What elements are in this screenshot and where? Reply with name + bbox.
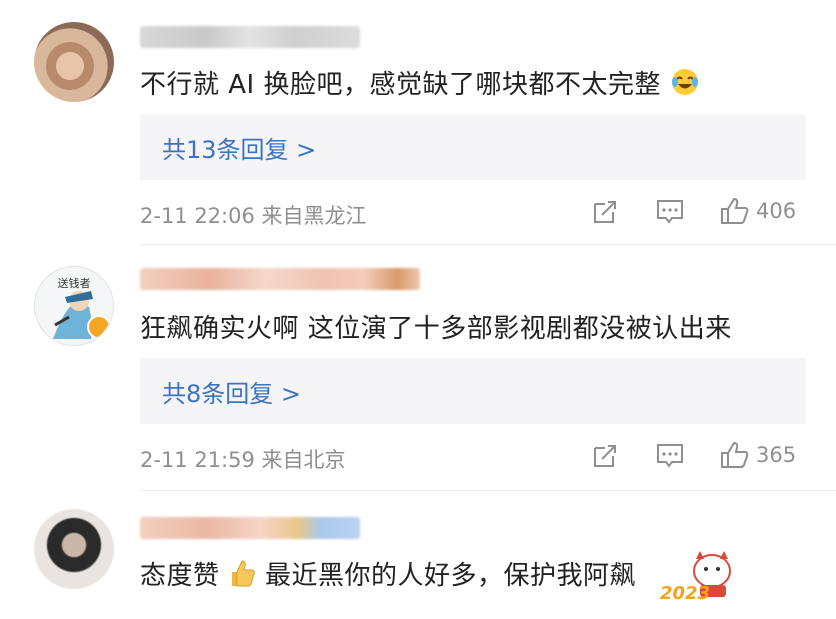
replies-box[interactable]: 共13条回复 > bbox=[140, 114, 806, 180]
comment-button[interactable] bbox=[656, 443, 684, 469]
username-blurred[interactable] bbox=[140, 268, 420, 290]
replies-box[interactable]: 共8条回复 > bbox=[140, 358, 806, 424]
comment-meta: 2-11 21:59 来自北京 bbox=[140, 444, 346, 474]
verified-badge bbox=[87, 315, 111, 339]
thumbs-up-icon bbox=[721, 197, 749, 224]
sticker-text: 2023 bbox=[660, 583, 711, 604]
comment-button[interactable] bbox=[656, 199, 684, 225]
share-button[interactable] bbox=[592, 443, 618, 469]
share-icon bbox=[594, 445, 616, 467]
comment-text-part2: 最近黑你的人好多，保护我阿飙 bbox=[265, 561, 637, 591]
timestamp: 2-11 22:06 bbox=[140, 204, 255, 228]
divider bbox=[140, 244, 836, 245]
comment-text-part1: 态度赞 bbox=[140, 561, 220, 591]
comment-text: 不行就 AI 换脸吧，感觉缺了哪块都不太完整 bbox=[140, 64, 700, 104]
username-blurred[interactable] bbox=[140, 26, 360, 48]
replies-link[interactable]: 共13条回复 > bbox=[162, 130, 316, 165]
like-count: 406 bbox=[756, 199, 797, 223]
avatar[interactable] bbox=[34, 22, 114, 102]
location: 来自北京 bbox=[261, 448, 346, 472]
comment-item: 送钱者 狂飙确实火啊 这位演了十多部影视剧都没被认出来 共8条回复 > 2-11… bbox=[0, 250, 836, 495]
like-button[interactable]: 406 bbox=[720, 197, 796, 225]
comment-icon bbox=[657, 200, 683, 224]
sticker-2023: 2023 bbox=[656, 549, 746, 609]
share-button[interactable] bbox=[592, 199, 618, 225]
replies-link[interactable]: 共8条回复 > bbox=[162, 374, 301, 409]
comment-text-body: 不行就 AI 换脸吧，感觉缺了哪块都不太完整 bbox=[140, 70, 661, 100]
comment-text: 狂飙确实火啊 这位演了十多部影视剧都没被认出来 bbox=[140, 314, 732, 344]
username-blurred[interactable] bbox=[140, 517, 360, 539]
like-button[interactable]: 365 bbox=[720, 441, 796, 469]
timestamp: 2-11 21:59 bbox=[140, 448, 255, 472]
share-icon bbox=[594, 201, 616, 223]
comment-item: 不行就 AI 换脸吧，感觉缺了哪块都不太完整 共13条回复 > 2-11 22:… bbox=[0, 0, 836, 250]
laughing-crying-emoji bbox=[670, 67, 700, 104]
avatar[interactable] bbox=[34, 509, 114, 589]
comment-meta: 2-11 22:06 来自黑龙江 bbox=[140, 200, 367, 230]
location: 来自黑龙江 bbox=[261, 204, 367, 228]
like-count: 365 bbox=[756, 443, 797, 467]
comment-item: 态度赞 最近黑你的人好多，保护我阿飙 2023 bbox=[0, 495, 836, 619]
comment-icon bbox=[657, 444, 683, 468]
thumbs-up-emoji bbox=[228, 558, 256, 595]
thumbs-up-icon bbox=[721, 441, 749, 468]
divider bbox=[140, 490, 836, 491]
avatar[interactable]: 送钱者 bbox=[34, 266, 114, 346]
comment-text: 态度赞 最近黑你的人好多，保护我阿飙 bbox=[140, 555, 636, 595]
